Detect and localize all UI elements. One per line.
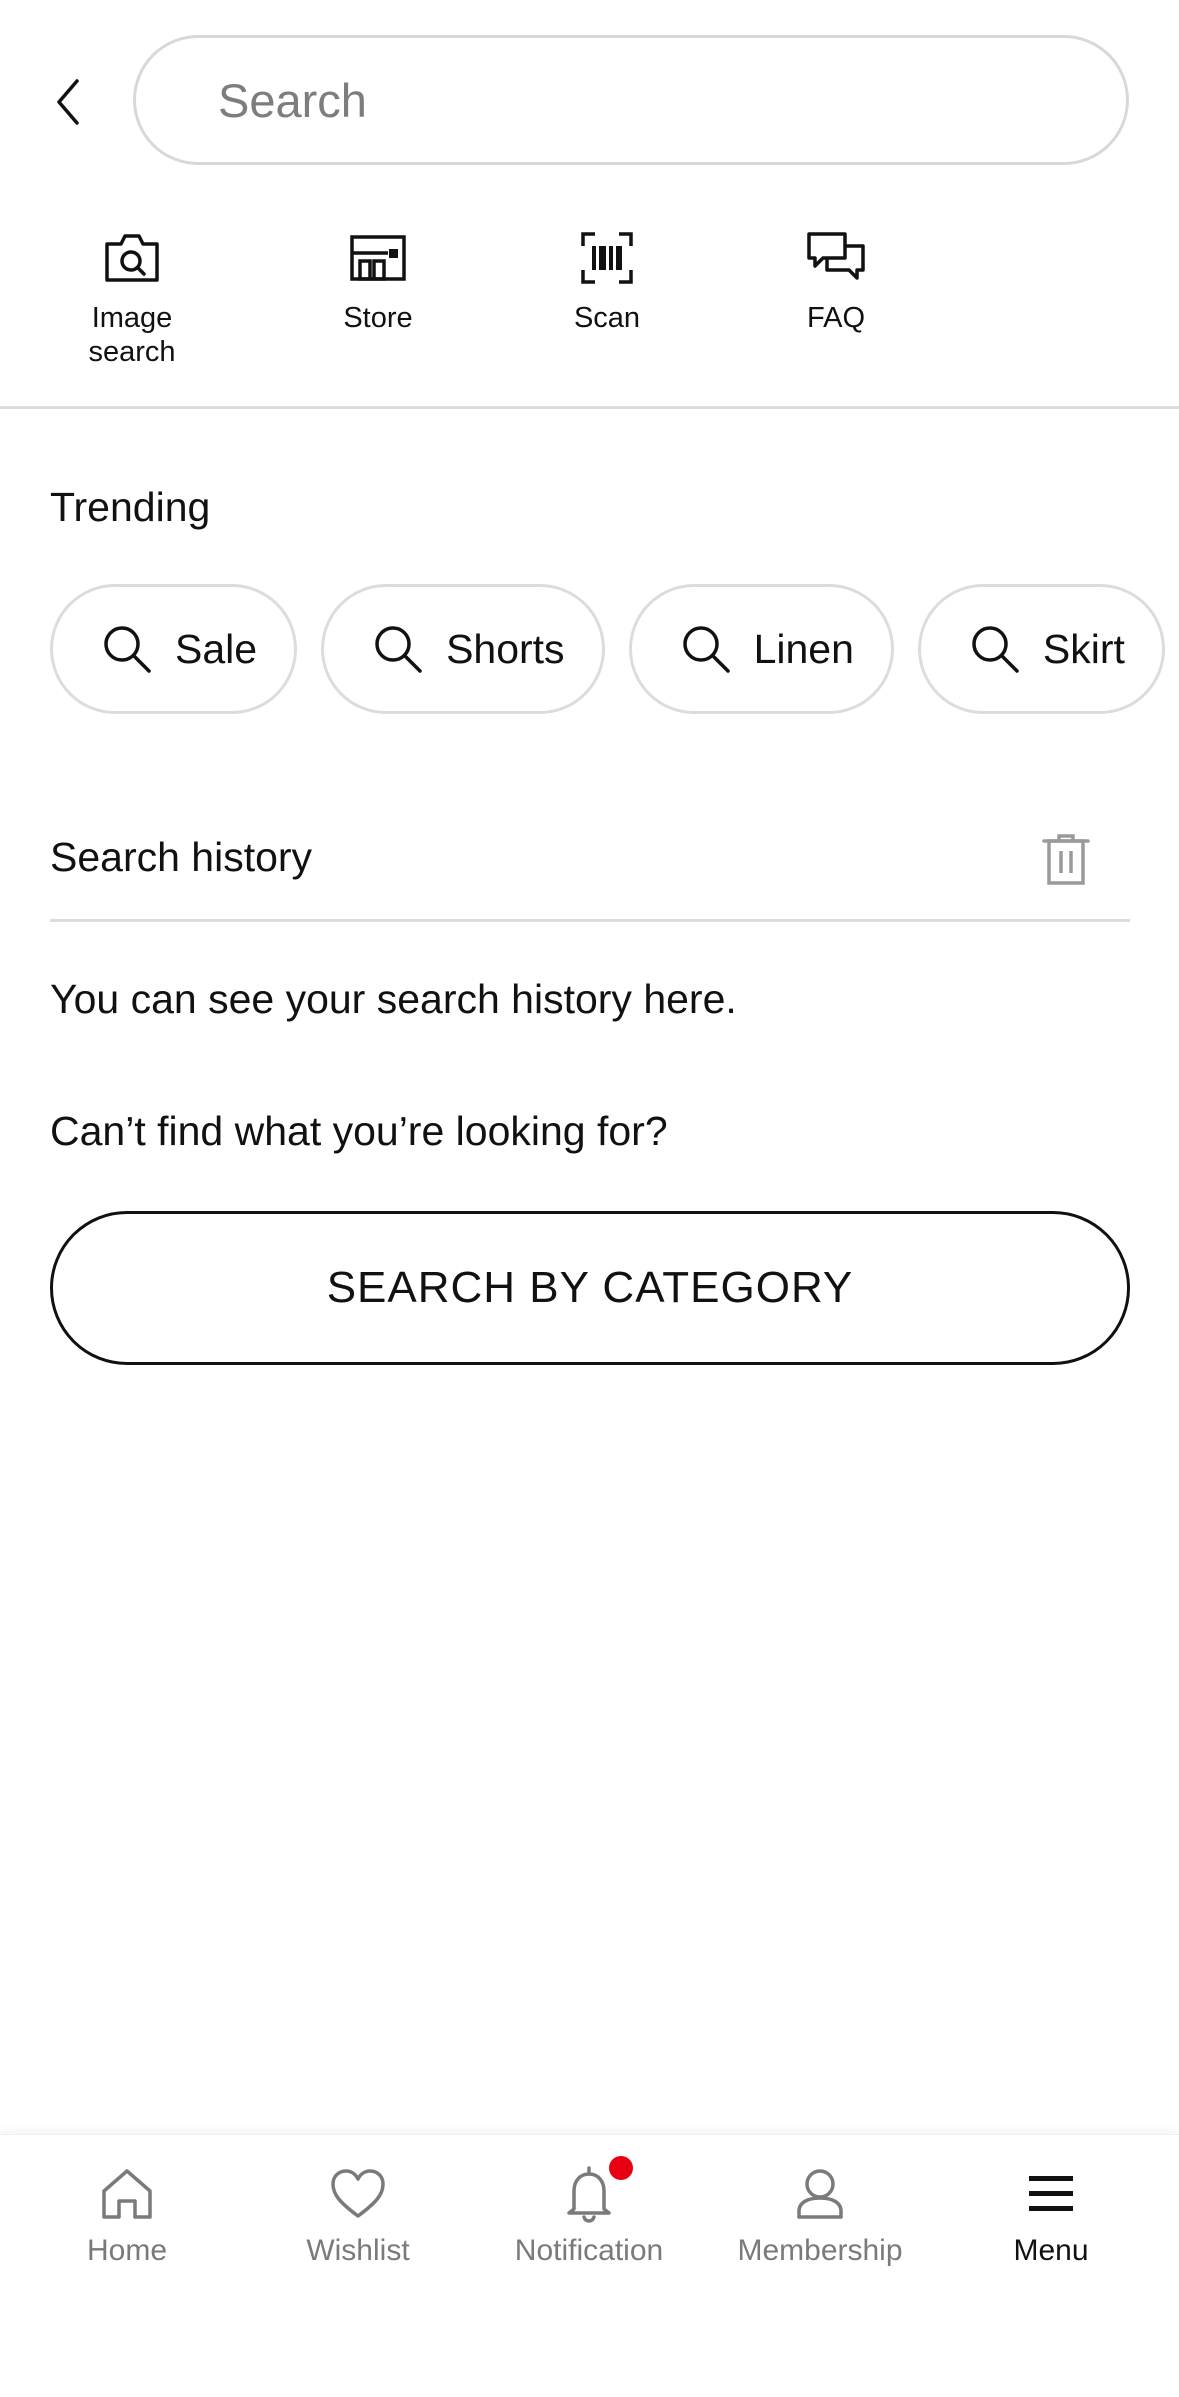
trending-chip-label: Linen [753,625,854,672]
category-prompt: Can’t find what you’re looking for? [50,1108,668,1154]
trending-chip[interactable]: Skirt [917,584,1165,714]
trending-title: Trending [50,484,211,530]
person-icon [790,2164,850,2224]
search-history-header: Search history [50,810,1130,920]
scan-button[interactable]: Scan [507,225,707,335]
faq-button[interactable]: FAQ [736,225,936,335]
nav-menu[interactable]: Menu [936,2164,1166,2268]
trending-chips[interactable]: Sale Shorts Linen Skirt [50,584,1179,716]
nav-membership[interactable]: Membership [705,2164,935,2268]
trending-chip[interactable]: Linen [628,584,894,714]
trending-chip[interactable]: Shorts [321,584,605,714]
search-input[interactable] [216,71,1080,129]
nav-menu-label: Menu [1013,2234,1089,2267]
trending-chip-label: Shorts [446,625,565,672]
scan-label: Scan [573,302,641,334]
nav-wishlist[interactable]: Wishlist [243,2164,473,2268]
back-button[interactable] [40,62,96,142]
search-icon [375,626,422,673]
nav-notification[interactable]: Notification [474,2156,704,2268]
section-divider [0,406,1179,409]
bell-icon [559,2156,633,2224]
search-icon [972,626,1019,673]
clear-history-button[interactable] [1036,828,1096,892]
search-icon [104,626,151,673]
nav-wishlist-label: Wishlist [306,2234,410,2267]
nav-membership-label: Membership [737,2234,903,2267]
store-label: Store [343,302,413,334]
search-box[interactable] [133,35,1129,165]
search-by-category-button[interactable]: SEARCH BY CATEGORY [50,1211,1130,1365]
camera-search-icon [99,225,165,291]
search-history-title: Search history [50,834,313,880]
store-icon [345,225,411,291]
home-icon [97,2164,157,2224]
chevron-left-icon [57,79,79,125]
search-header [0,0,1179,200]
trash-icon [1042,834,1090,885]
chat-bubbles-icon [803,225,869,291]
notification-badge [609,2156,633,2180]
barcode-scan-icon [574,225,640,291]
bottom-nav: Home Wishlist Notification Membership Me… [0,2134,1179,2397]
faq-label: FAQ [806,302,865,334]
trending-chip-label: Skirt [1042,625,1125,672]
nav-notification-label: Notification [514,2234,664,2267]
heart-icon [328,2164,388,2224]
history-divider [50,919,1130,922]
trending-chip[interactable]: Sale [50,584,298,714]
nav-home[interactable]: Home [12,2164,242,2268]
nav-home-label: Home [86,2234,168,2267]
image-search-button[interactable]: Image search [32,225,232,369]
quick-actions-bar: Image search Store Scan FAQ [0,225,1179,405]
image-search-label: Image search [88,302,176,368]
store-button[interactable]: Store [278,225,478,335]
trending-chip-label: Sale [175,625,258,672]
menu-icon [1021,2164,1081,2224]
search-history-empty-text: You can see your search history here. [50,976,737,1022]
search-icon [682,626,730,673]
